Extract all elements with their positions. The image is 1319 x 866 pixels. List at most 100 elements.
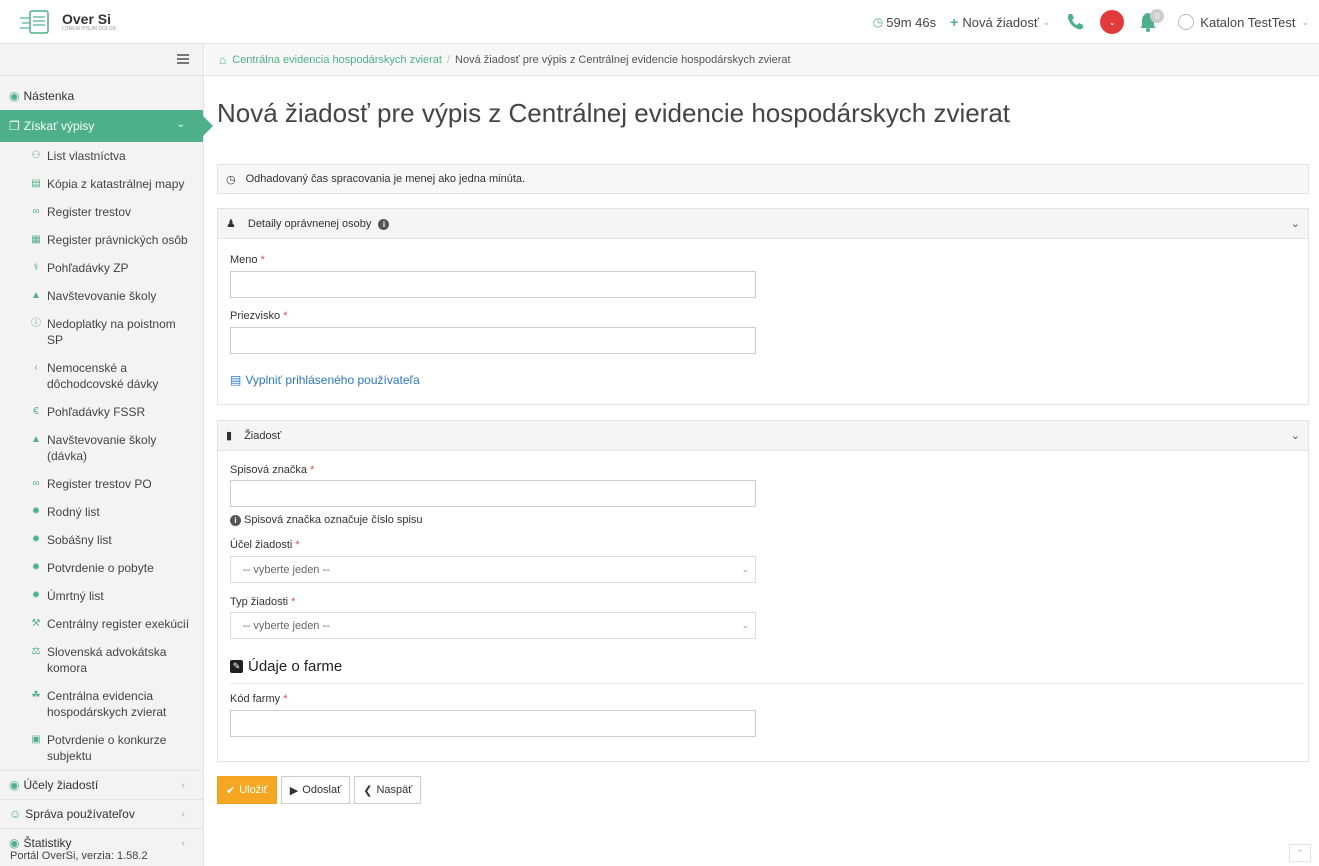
sidebar-subitem[interactable]: ▲ Navštevovanie školy (dávka) (0, 426, 203, 470)
graduation-cap-icon: ▲ (31, 434, 41, 445)
balance-scale-icon: ⚖ (31, 646, 41, 657)
file-number-input[interactable] (230, 480, 756, 507)
sidebar-subitem[interactable]: ⚕ Pohľadávky ZP (0, 254, 203, 282)
type-select-value: -- vyberte jeden -- (243, 619, 330, 632)
sidebar-subitem[interactable]: ✹ Potvrdenie o pobyte (0, 554, 203, 582)
sidebar-subitem-label: Sobášny list (47, 533, 112, 547)
sidebar-subitem[interactable]: ⚖ Slovenská advokátska komora (0, 638, 203, 682)
file-number-hint: i Spisová značka označuje číslo spisu (230, 514, 423, 526)
info-icon: ⓘ (31, 318, 41, 329)
breadcrumb-parent-link[interactable]: Centrálna evidencia hospodárskych zviera… (232, 54, 442, 66)
chevron-down-icon[interactable]: ⌄ (1291, 217, 1300, 230)
sidebar-subitem[interactable]: ✹ Rodný list (0, 498, 203, 526)
link-icon: ∞ (32, 206, 40, 217)
sidebar-item-get-extracts[interactable]: ❐ Získať výpisy ⌄ (0, 110, 213, 142)
user-menu[interactable]: Katalon TestTest ⌄ (1178, 14, 1309, 30)
chevron-down-icon[interactable]: ⌄ (1291, 429, 1300, 442)
alert-button[interactable]: ⌄ (1100, 10, 1125, 34)
form-actions: ✔ Uložiť ▶ Odoslať ❮ Naspäť (217, 776, 422, 804)
type-select[interactable]: -- vyberte jeden -- ⌄ (230, 612, 756, 639)
sidebar-subitem[interactable]: ✹ Sobášny list (0, 526, 203, 554)
sidebar-subitem[interactable]: ▲ Navštevovanie školy (0, 282, 203, 310)
money-icon: ▣ (31, 734, 41, 745)
brand-name: Over Si (62, 11, 112, 27)
share-icon: ‹ (34, 362, 38, 373)
sidebar-subitem-label: Navštevovanie školy (dávka) (47, 433, 157, 463)
sidebar-item-purposes[interactable]: ◉ Účely žiadostí ‹ (0, 770, 203, 799)
sidebar-subitem[interactable]: € Pohľadávky FSSR (0, 398, 203, 426)
version-text: Portál OverSi, verzia: 1.58.2 (10, 850, 148, 862)
sidebar-subitem-label: Kópia z katastrálnej mapy (47, 177, 185, 191)
sidebar-subitem[interactable]: ∞ Register trestov PO (0, 470, 203, 498)
info-icon[interactable]: i (378, 218, 390, 230)
processing-info-text: Odhadovaný čas spracovania je menej ako … (245, 173, 526, 185)
leaf-icon: ☘ (31, 690, 41, 701)
sidebar-item-dashboard[interactable]: ◉ Nástenka (0, 82, 203, 110)
dot-circle-icon: ◉ (9, 778, 20, 792)
hamburger-icon (177, 54, 189, 64)
brand-subtitle: LOREM IPSUM DOLOR (62, 26, 117, 32)
chevron-down-icon: ⌄ (741, 564, 749, 574)
chevron-down-icon: ⌄ (741, 620, 749, 630)
sidebar-subitem-label: Register právnických osôb (47, 233, 188, 247)
sidebar-subitem[interactable]: ▤ Kópia z katastrálnej mapy (0, 170, 203, 198)
sidebar-item-label: Účely žiadostí (23, 778, 99, 792)
scroll-top-button[interactable]: ⌃ (1289, 844, 1311, 862)
person-panel-header[interactable]: ♟ Detaily oprávnenej osoby i ⌄ (218, 209, 1308, 239)
last-name-input[interactable] (230, 327, 756, 354)
sidebar-subitem[interactable]: ☘ Centrálna evidencia hospodárskych zvier… (0, 682, 203, 726)
phone-icon[interactable] (1064, 11, 1086, 33)
sidebar-subitem-label: Centrálna evidencia hospodárskych zviera… (47, 689, 167, 719)
first-name-input[interactable] (230, 271, 756, 298)
dashboard-icon: ◉ (9, 89, 20, 103)
sidebar-subitem[interactable]: ‹ Nemocenské a dôchodcovské dávky (0, 354, 203, 398)
chevron-left-icon: ‹ (181, 808, 185, 820)
breadcrumb: ⌂ Centrálna evidencia hospodárskych zvie… (205, 44, 1319, 76)
fill-logged-user-link[interactable]: ▤ Vyplniť prihláseného používateľa (230, 373, 420, 387)
notifications-bell[interactable]: 0 (1138, 9, 1165, 33)
sidebar-item-label: Nástenka (23, 89, 75, 103)
sidebar-subitem[interactable]: ▣ Potvrdenie o konkurze subjektu (0, 726, 203, 770)
certificate-icon: ✹ (31, 506, 41, 517)
sidebar-subitem-label: Nemocenské a dôchodcovské dávky (47, 361, 159, 391)
extracts-submenu: ⚇ List vlastníctva ▤ Kópia z katastrálnej m… (0, 142, 203, 770)
chevron-left-icon: ‹ (181, 779, 185, 791)
purpose-select-value: -- vyberte jeden -- (243, 563, 330, 576)
send-button[interactable]: ▶ Odoslať (280, 776, 351, 804)
file-number-label: Spisová značka * (230, 464, 315, 476)
sidebar-subitem-label: Úmrtný list (47, 589, 104, 603)
new-request-dropdown[interactable]: + Nová žiadosť ⌄ (950, 14, 1050, 30)
farm-code-input[interactable] (230, 710, 756, 737)
request-panel: ▮ Žiadosť ⌄ Spisová značka * i Spisová z… (217, 420, 1309, 762)
arrow-left-circle-icon: ❮ (363, 784, 373, 797)
user-name: Katalon TestTest (1200, 14, 1296, 30)
first-name-label: Meno * (230, 254, 265, 266)
building-icon: ▦ (31, 234, 41, 245)
sidebar-toggle[interactable] (0, 44, 203, 76)
sidebar-item-user-management[interactable]: ☺ Správa používateľov ‹ (0, 799, 203, 828)
graduation-cap-icon: ▲ (31, 290, 41, 301)
sidebar-subitem[interactable]: ⚒ Centrálny register exekúcií (0, 610, 203, 638)
sidebar-subitem-label: Potvrdenie o konkurze subjektu (47, 733, 167, 763)
purpose-select[interactable]: -- vyberte jeden -- ⌄ (230, 556, 756, 583)
sidebar-subitem[interactable]: ✹ Úmrtný list (0, 582, 203, 610)
map-icon: ▤ (31, 178, 41, 189)
home-icon[interactable]: ⌂ (219, 53, 226, 67)
new-request-label: Nová žiadosť (962, 14, 1039, 30)
sidebar-subitem-label: Rodný list (47, 505, 100, 519)
sidebar-subitem[interactable]: ⓘ Nedoplatky na poistnom SP (0, 310, 203, 354)
sidebar-subitem[interactable]: ∞ Register trestov (0, 198, 203, 226)
chevron-down-icon: ⌄ (1301, 16, 1309, 27)
sidebar-subitem-label: Nedoplatky na poistnom SP (47, 317, 176, 347)
logo[interactable]: Over Si LOREM IPSUM DOLOR (18, 8, 116, 36)
farm-heading: ✎ Údaje o farme (230, 658, 342, 675)
sidebar-item-label: Získať výpisy (23, 119, 95, 133)
sidebar-subitem[interactable]: ⚇ List vlastníctva (0, 142, 203, 170)
back-button[interactable]: ❮ Naspäť (354, 776, 422, 804)
chevron-down-icon: ⌄ (176, 119, 185, 130)
sidebar: ◉ Nástenka ❐ Získať výpisy ⌄ ⚇ List vlast… (0, 44, 213, 866)
save-button[interactable]: ✔ Uložiť (217, 776, 277, 804)
request-panel-title: Žiadosť (244, 429, 282, 442)
request-panel-header[interactable]: ▮ Žiadosť ⌄ (218, 421, 1308, 451)
sidebar-subitem[interactable]: ▦ Register právnických osôb (0, 226, 203, 254)
